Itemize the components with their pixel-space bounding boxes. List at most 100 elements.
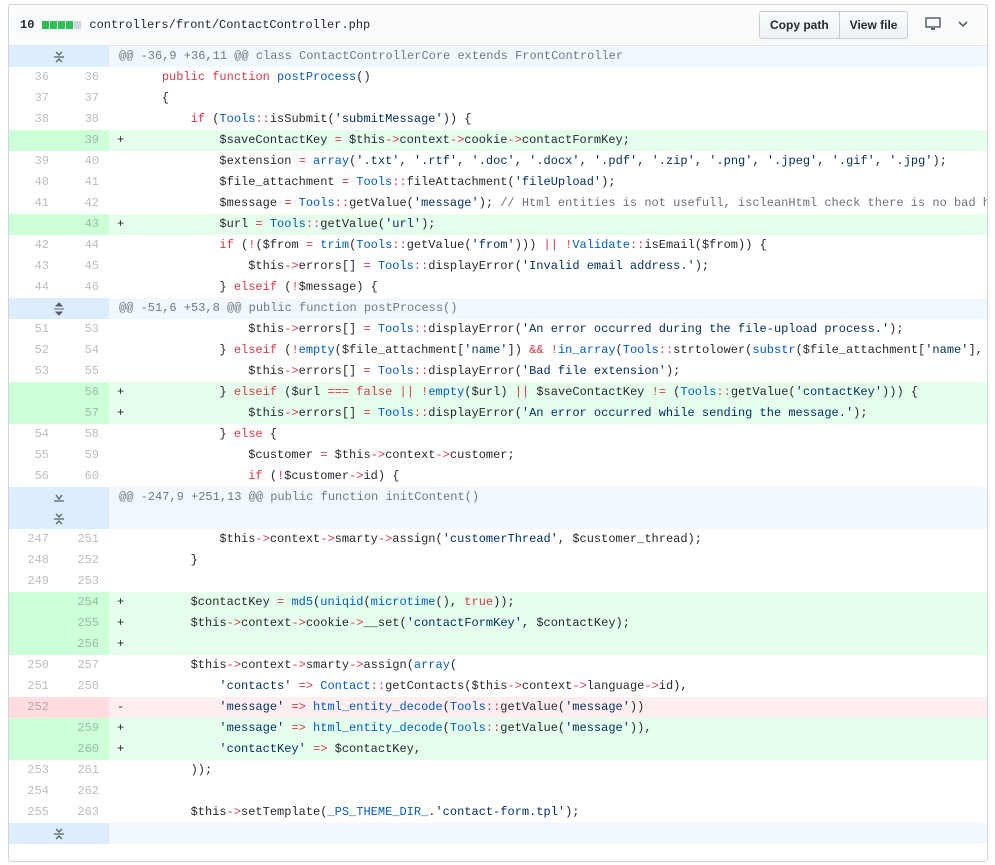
context-line: 52 54 } elseif (!empty($file_attachment['… (9, 340, 987, 361)
new-line-number[interactable]: 255 (59, 613, 109, 634)
diff-marker (109, 277, 133, 298)
old-line-number[interactable]: 51 (9, 319, 59, 340)
new-line-number[interactable]: 53 (59, 319, 109, 340)
old-line-number[interactable]: 54 (9, 424, 59, 445)
code-line: $this->context->cookie->__set('contactFo… (133, 616, 630, 630)
old-line-number[interactable]: 36 (9, 67, 59, 88)
diff-marker (109, 361, 133, 382)
old-line-number[interactable]: 37 (9, 88, 59, 109)
new-line-number[interactable]: 36 (59, 67, 109, 88)
new-line-number[interactable]: 252 (59, 550, 109, 571)
new-line-number[interactable]: 39 (59, 130, 109, 151)
code-line: $this->errors[] = Tools::displayError('A… (133, 322, 904, 336)
context-line: 44 46 } elseif (!$message) { (9, 277, 987, 298)
new-line-number[interactable]: 263 (59, 802, 109, 823)
new-line-number[interactable]: 54 (59, 340, 109, 361)
old-line-number[interactable] (9, 613, 59, 634)
new-line-number[interactable]: 38 (59, 109, 109, 130)
old-line-number[interactable] (9, 592, 59, 613)
diff-file: 10 controllers/front/ContactController.p… (8, 4, 988, 862)
code-line: $this->errors[] = Tools::displayError('B… (133, 364, 681, 378)
old-line-number[interactable]: 53 (9, 361, 59, 382)
new-line-number[interactable]: 41 (59, 172, 109, 193)
expand-icon[interactable] (9, 487, 109, 529)
new-line-number[interactable]: 260 (59, 739, 109, 760)
code-line: if (Tools::isSubmit('submitMessage')) { (190, 112, 472, 126)
deleted-line: 252 - 'message' => html_entity_decode(Too… (9, 697, 987, 718)
file-actions: Copy path View file (759, 11, 909, 39)
new-line-number[interactable]: 58 (59, 424, 109, 445)
new-line-number[interactable]: 257 (59, 655, 109, 676)
unfold-icon[interactable] (9, 298, 109, 319)
context-line: 255 263 $this->setTemplate(_PS_THEME_DIR_… (9, 802, 987, 823)
new-line-number[interactable]: 261 (59, 760, 109, 781)
diff-marker (109, 466, 133, 487)
diff-marker (109, 88, 133, 109)
new-line-number[interactable]: 40 (59, 151, 109, 172)
new-line-number[interactable]: 46 (59, 277, 109, 298)
old-line-number[interactable]: 42 (9, 235, 59, 256)
new-line-number[interactable]: 43 (59, 214, 109, 235)
new-line-number[interactable]: 251 (59, 529, 109, 550)
old-line-number[interactable]: 252 (9, 697, 59, 718)
new-line-number[interactable]: 42 (59, 193, 109, 214)
new-line-number[interactable]: 60 (59, 466, 109, 487)
old-line-number[interactable]: 253 (9, 760, 59, 781)
old-line-number[interactable] (9, 130, 59, 151)
new-line-number[interactable]: 253 (59, 571, 109, 592)
old-line-number[interactable]: 52 (9, 340, 59, 361)
monitor-icon[interactable] (925, 17, 941, 36)
added-line: 56 + } elseif ($url === false || !empty($… (9, 382, 987, 403)
new-line-number[interactable]: 59 (59, 445, 109, 466)
old-line-number[interactable] (9, 739, 59, 760)
old-line-number[interactable]: 41 (9, 193, 59, 214)
diff-marker (109, 445, 133, 466)
old-line-number[interactable] (9, 382, 59, 403)
fold-icon[interactable] (9, 823, 109, 844)
copy-path-button[interactable]: Copy path (759, 11, 840, 39)
old-line-number[interactable] (9, 403, 59, 424)
old-line-number[interactable]: 251 (9, 676, 59, 697)
diff-marker: + (117, 133, 125, 147)
old-line-number[interactable]: 247 (9, 529, 59, 550)
old-line-number[interactable]: 38 (9, 109, 59, 130)
new-line-number[interactable]: 45 (59, 256, 109, 277)
old-line-number[interactable] (9, 634, 59, 655)
old-line-number[interactable]: 250 (9, 655, 59, 676)
new-line-number[interactable]: 56 (59, 382, 109, 403)
old-line-number[interactable]: 249 (9, 571, 59, 592)
old-line-number[interactable]: 248 (9, 550, 59, 571)
code-line: } else { (133, 427, 278, 441)
new-line-number[interactable]: 44 (59, 235, 109, 256)
old-line-number[interactable]: 44 (9, 277, 59, 298)
view-file-button[interactable]: View file (838, 11, 909, 39)
context-line: 40 41 $file_attachment = Tools::fileAttac… (9, 172, 987, 193)
old-line-number[interactable]: 255 (9, 802, 59, 823)
chevron-down-icon[interactable] (957, 17, 969, 35)
new-line-number[interactable]: 258 (59, 676, 109, 697)
new-line-number[interactable]: 55 (59, 361, 109, 382)
new-line-number[interactable] (59, 697, 109, 718)
added-line: 256 + (9, 634, 987, 655)
old-line-number[interactable]: 43 (9, 256, 59, 277)
fold-icon[interactable] (9, 46, 109, 67)
old-line-number[interactable]: 39 (9, 151, 59, 172)
old-line-number[interactable]: 55 (9, 445, 59, 466)
old-line-number[interactable]: 56 (9, 466, 59, 487)
old-line-number[interactable] (9, 214, 59, 235)
code-line: )); (133, 763, 213, 777)
old-line-number[interactable] (9, 718, 59, 739)
new-line-number[interactable]: 256 (59, 634, 109, 655)
old-line-number[interactable]: 254 (9, 781, 59, 802)
new-line-number[interactable]: 262 (59, 781, 109, 802)
new-line-number[interactable]: 37 (59, 88, 109, 109)
context-line: 248 252 } (9, 550, 987, 571)
code-line: 'message' => html_entity_decode(Tools::g… (219, 721, 652, 735)
file-path[interactable]: controllers/front/ContactController.php (89, 18, 370, 32)
new-line-number[interactable]: 57 (59, 403, 109, 424)
new-line-number[interactable]: 259 (59, 718, 109, 739)
new-line-number[interactable]: 254 (59, 592, 109, 613)
code-line: if (!$customer->id) { (248, 469, 400, 483)
hunk-header: @@ -36,9 +36,11 @@ class ContactControll… (9, 46, 987, 67)
old-line-number[interactable]: 40 (9, 172, 59, 193)
